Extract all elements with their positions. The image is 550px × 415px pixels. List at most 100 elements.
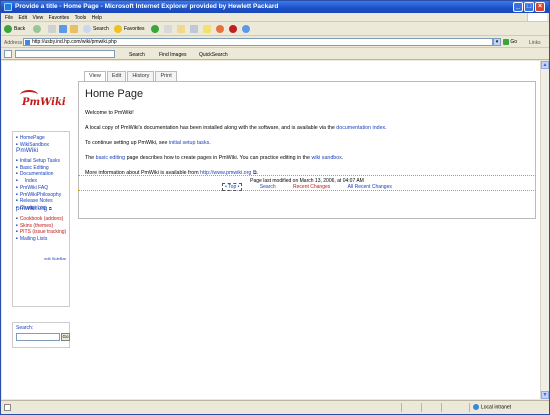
menu-file[interactable]: File xyxy=(5,15,13,21)
status-divider xyxy=(421,403,422,412)
page-status-icon xyxy=(4,404,11,411)
sidebar-group-pmwiki: Initial Setup Tasks Basic Editing Docume… xyxy=(16,158,61,212)
sidebar-item-documentation[interactable]: Documentation xyxy=(16,171,61,178)
intranet-globe-icon xyxy=(473,404,479,410)
scroll-up-button[interactable]: ▲ xyxy=(541,61,549,69)
sidebar-item-initial-setup[interactable]: Initial Setup Tasks xyxy=(16,158,61,165)
pmwiki-logo[interactable]: PmWiki xyxy=(20,90,66,108)
search-input[interactable] xyxy=(16,333,60,341)
sidebar-item-index[interactable]: Index xyxy=(16,178,61,185)
menu-edit[interactable]: Edit xyxy=(18,15,27,21)
basic-editing-link[interactable]: basic editing xyxy=(96,155,125,161)
search-icon[interactable] xyxy=(83,25,91,33)
menu-tools[interactable]: Tools xyxy=(75,15,87,21)
media-icon[interactable] xyxy=(151,25,159,33)
search-label: Search: xyxy=(16,325,34,331)
page-actions-tabs: View Edit History Print xyxy=(84,71,178,81)
minimize-button[interactable]: _ xyxy=(513,2,523,12)
history-icon[interactable] xyxy=(164,25,172,33)
edit-sidebar-link[interactable]: edit SideBar xyxy=(44,256,66,261)
footer-recent-changes-link[interactable]: Recent Changes xyxy=(293,184,330,190)
logo-swirl-icon xyxy=(20,90,38,100)
documentation-index-link[interactable]: documentation index xyxy=(336,125,385,131)
forward-icon[interactable] xyxy=(33,25,41,33)
sidebar-link-skins[interactable]: Skins (themes) xyxy=(20,223,53,229)
sidebar-item-basic-editing[interactable]: Basic Editing xyxy=(16,165,61,172)
search-button[interactable]: Search xyxy=(93,26,109,32)
page-viewport: PmWiki View Edit History Print Home Page We… xyxy=(2,61,540,399)
menu-help[interactable]: Help xyxy=(92,15,102,21)
menu-favorites[interactable]: Favorites xyxy=(49,15,70,21)
links-button[interactable]: Links xyxy=(529,40,541,46)
footer-all-recent-changes-link[interactable]: All Recent Changes xyxy=(348,184,392,190)
stop-icon[interactable] xyxy=(48,25,56,33)
scroll-down-button[interactable]: ▼ xyxy=(541,391,549,399)
tab-history[interactable]: History xyxy=(127,71,155,81)
folder-icon[interactable] xyxy=(203,25,211,33)
toolbar-extra-icon[interactable] xyxy=(216,25,224,33)
toolbar-extra-icon-3[interactable] xyxy=(242,25,250,33)
title-bar: Provide a title - Home Page - Microsoft … xyxy=(1,1,549,13)
p3-mid: page describes how to create pages in Pm… xyxy=(126,155,311,161)
sidebar-item-skins[interactable]: Skins (themes) xyxy=(16,223,66,230)
sidebar-item-mailing-lists[interactable]: Mailing Lists xyxy=(16,236,66,243)
back-icon[interactable] xyxy=(4,25,12,33)
p2-text: To continue setting up PmWiki, see xyxy=(85,140,168,146)
google-logo-icon[interactable] xyxy=(4,50,12,58)
sidebar-link-mailing-lists[interactable]: Mailing Lists xyxy=(20,236,48,242)
favorites-button[interactable]: Favorites xyxy=(124,26,145,32)
vertical-scrollbar[interactable]: ▲ ▼ xyxy=(540,61,549,399)
initial-setup-tasks-link[interactable]: initial setup tasks xyxy=(169,140,209,146)
sidebar-item-faq[interactable]: PmWiki FAQ xyxy=(16,185,61,192)
wiki-sandbox-link[interactable]: wiki sandbox xyxy=(312,155,342,161)
menu-view[interactable]: View xyxy=(32,15,43,21)
google-search-input[interactable] xyxy=(15,50,115,58)
mail-icon[interactable] xyxy=(177,25,185,33)
browser-window: Provide a title - Home Page - Microsoft … xyxy=(0,0,550,415)
refresh-icon[interactable] xyxy=(59,25,67,33)
address-url: http://usby.ind.hp.com/wiki/pmwiki.php xyxy=(32,39,117,45)
tab-view[interactable]: View xyxy=(84,71,106,81)
sidebar-link-initial-setup[interactable]: Initial Setup Tasks xyxy=(20,158,60,164)
sidebar-item-cookbook[interactable]: Cookbook (addons) xyxy=(16,216,66,223)
tab-edit[interactable]: Edit xyxy=(106,71,127,81)
close-button[interactable]: × xyxy=(535,2,545,12)
find-images-button[interactable]: Find Images xyxy=(159,52,187,58)
maximize-button[interactable]: □ xyxy=(524,2,534,12)
tab-print[interactable]: Print xyxy=(155,71,177,81)
sidebar-heading-pmwiki[interactable]: PmWiki xyxy=(16,147,38,154)
top-link[interactable]: • Top • xyxy=(222,183,243,191)
google-search-button[interactable]: Search xyxy=(129,52,145,58)
sidebar-group-pmwiki-org: Cookbook (addons) Skins (themes) PITS (i… xyxy=(16,216,66,243)
ie-icon xyxy=(4,3,12,11)
p3-text: The xyxy=(85,155,95,161)
paragraph-editing: The basic editing page describes how to … xyxy=(85,155,343,161)
address-dropdown-button[interactable]: ▾ xyxy=(493,38,501,46)
sidebar-heading-pmwiki-org[interactable]: pmwiki.org ⧉ xyxy=(16,205,52,212)
sidebar-link-documentation[interactable]: Documentation xyxy=(20,172,54,178)
sidebar-link-pits[interactable]: PITS (issue tracking) xyxy=(20,230,66,236)
sidebar-link-release-notes[interactable]: Release Notes xyxy=(20,198,53,205)
quicksearch-button[interactable]: QuickSearch xyxy=(199,52,228,58)
sidebar-item-homepage[interactable]: HomePage xyxy=(16,135,49,142)
sidebar-link-philosophy[interactable]: PmWikiPhilosophy xyxy=(20,192,61,198)
address-input[interactable]: http://usby.ind.hp.com/wiki/pmwiki.php xyxy=(23,38,493,46)
go-button[interactable]: Go xyxy=(503,38,523,46)
sidebar-link-basic-editing[interactable]: Basic Editing xyxy=(20,165,49,171)
security-zone: Local intranet xyxy=(473,404,511,410)
home-icon[interactable] xyxy=(70,25,78,33)
search-go-button[interactable]: Go xyxy=(61,333,70,341)
security-zone-label: Local intranet xyxy=(481,404,512,411)
back-button[interactable]: Back xyxy=(14,26,25,32)
sidebar-link-faq[interactable]: PmWiki FAQ xyxy=(20,185,48,191)
sidebar-link-homepage[interactable]: HomePage xyxy=(20,135,45,141)
sidebar-item-philosophy[interactable]: PmWikiPhilosophy xyxy=(16,192,61,199)
sidebar-item-pits[interactable]: PITS (issue tracking) xyxy=(16,229,66,236)
favorites-star-icon[interactable] xyxy=(114,25,122,33)
sidebar-link-cookbook[interactable]: Cookbook (addons) xyxy=(20,216,64,222)
sidebar-link-index[interactable]: Index xyxy=(25,178,37,184)
page-icon xyxy=(25,40,30,45)
print-icon[interactable] xyxy=(190,25,198,33)
footer-search-link[interactable]: Search xyxy=(260,184,276,190)
toolbar-extra-icon-2[interactable] xyxy=(229,25,237,33)
